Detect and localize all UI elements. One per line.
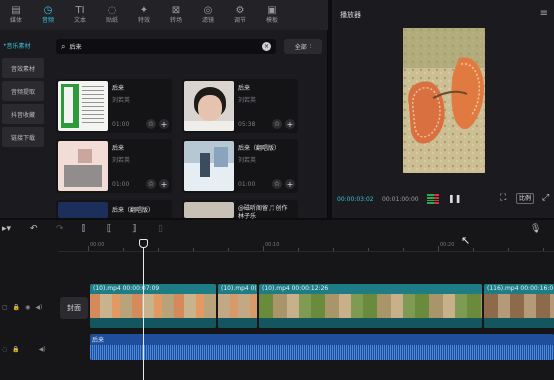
audio-clip[interactable]: 后来 <box>90 334 554 360</box>
favorite-icon[interactable]: ☆ <box>146 179 156 189</box>
add-icon[interactable]: + <box>285 119 295 129</box>
favorite-icon[interactable]: ☆ <box>272 119 282 129</box>
favorite-icon[interactable]: ☆ <box>146 119 156 129</box>
album-cover <box>184 81 234 131</box>
select-tool-icon[interactable]: ▸▾ <box>2 224 11 234</box>
total-timecode: 00:01:00:00 <box>382 196 419 203</box>
clear-search-icon[interactable]: × <box>262 42 271 51</box>
media-panel: ▤ 媒体 ◷ 音频 TI 文本 ◌ 贴纸 ✦ 特效 ⊠ 转场 ◎ 滤镜 ⚙ 调节 <box>0 0 328 220</box>
tab-template[interactable]: ▣ 模板 <box>256 0 288 30</box>
volume-icon[interactable]: ◀) <box>39 346 46 353</box>
clip-thumbnails <box>90 294 216 318</box>
music-result-card[interactable]: 后来 刘若英 01:00 ☆ + <box>56 139 172 193</box>
tab-effects[interactable]: ✦ 特效 <box>128 0 160 30</box>
redo-icon[interactable]: ↷ <box>56 224 64 234</box>
tab-audio[interactable]: ◷ 音频 <box>32 0 64 30</box>
lock-icon[interactable]: 🔒 <box>13 304 20 311</box>
album-cover <box>58 81 108 131</box>
music-result-card[interactable]: @磁听阁留🎵创作 林子乐 <box>182 200 298 220</box>
album-cover <box>58 141 108 191</box>
eye-icon[interactable]: ◉ <box>25 304 30 311</box>
add-icon[interactable]: + <box>159 119 169 129</box>
effects-icon: ✦ <box>139 5 149 16</box>
template-icon: ▣ <box>267 5 277 16</box>
tab-filter[interactable]: ◎ 滤镜 <box>192 0 224 30</box>
video-clip[interactable]: (10).mp4 00:00:12:26 <box>259 284 482 328</box>
trim-right-icon[interactable]: ⟧ <box>132 224 136 234</box>
search-input[interactable]: ⌕ 后来 × <box>56 39 276 54</box>
expand-icon[interactable]: ⤢ <box>542 193 549 203</box>
clip-thumbnails <box>484 294 554 318</box>
album-cover <box>184 202 234 218</box>
tab-text[interactable]: TI 文本 <box>64 0 96 30</box>
audio-track-header: ◌ 🔒 ◀) <box>0 340 56 358</box>
pause-icon[interactable]: ❚❚ <box>448 194 461 203</box>
sticker-icon: ◌ <box>107 5 117 16</box>
tab-transition[interactable]: ⊠ 转场 <box>160 0 192 30</box>
time-ruler[interactable]: 00:00 00:10 00:20 <box>58 240 554 252</box>
transition-icon: ⊠ <box>171 5 181 16</box>
track-visibility-icon[interactable]: ▢ <box>2 304 8 311</box>
playhead-handle[interactable] <box>139 239 148 248</box>
clip-thumbnails <box>218 294 257 318</box>
lock-icon[interactable]: 🔒 <box>12 346 19 353</box>
album-cover <box>58 202 108 218</box>
menu-icon[interactable]: ≡ <box>540 8 548 19</box>
video-frame-image <box>403 28 485 173</box>
undo-icon[interactable]: ↶ <box>30 224 38 234</box>
category-sound-effects[interactable]: 音效素材 <box>2 58 44 78</box>
category-music[interactable]: • 音乐素材 <box>2 35 44 55</box>
ratio-button[interactable]: 比例 <box>516 193 535 204</box>
tab-sticker[interactable]: ◌ 贴纸 <box>96 0 128 30</box>
timeline-panel: ▸▾ ↶ ↷ ⫿ ⟦ ⟧ ▯ 🎙 00:00 00:10 00:20 ▢ 🔒 ◉… <box>0 220 554 380</box>
search-query[interactable]: 后来 <box>69 42 262 51</box>
music-result-card[interactable]: 后来（翻唱版） <box>56 200 172 218</box>
player-title: 播放器 <box>340 11 361 19</box>
mouse-cursor-icon: ↖ <box>461 234 471 247</box>
top-tab-bar: ▤ 媒体 ◷ 音频 TI 文本 ◌ 贴纸 ✦ 特效 ⊠ 转场 ◎ 滤镜 ⚙ 调节 <box>0 0 328 30</box>
video-preview[interactable] <box>403 28 485 173</box>
category-link-download[interactable]: 链接下载 <box>2 127 44 147</box>
video-track-header: ▢ 🔒 ◉ ◀) <box>0 298 56 316</box>
category-douyin-favorites[interactable]: 抖音收藏 <box>2 104 44 124</box>
filter-icon: ◎ <box>203 5 213 16</box>
add-icon[interactable]: + <box>285 179 295 189</box>
video-clip[interactable]: (10).mp4 0( <box>218 284 257 328</box>
video-clip[interactable]: (116).mp4 00:00:16:0 <box>484 284 554 328</box>
video-clip[interactable]: (10).mp4 00:00:07:09 <box>90 284 216 328</box>
category-audio-extract[interactable]: 音频提取 <box>2 81 44 101</box>
audio-level-meter <box>427 194 439 204</box>
microphone-icon[interactable]: 🎙 <box>530 224 541 234</box>
player-panel: 播放器 ≡ 00:00:03:02 00:01:00:00 ❚❚ ⛶ 比例 ⤢ <box>332 0 554 218</box>
audio-icon: ◷ <box>43 5 53 16</box>
music-result-card[interactable]: 后来（翻唱版） 刘若英 01:00 ☆ + <box>182 139 298 193</box>
adjust-icon: ⚙ <box>235 5 245 16</box>
media-icon: ▤ <box>11 5 21 16</box>
text-icon: TI <box>75 5 85 16</box>
filter-icon: ⫶ <box>309 42 312 50</box>
audio-waveform <box>90 345 554 360</box>
playhead[interactable] <box>143 240 144 380</box>
filter-button[interactable]: 全部 ⫶ <box>284 39 322 54</box>
delete-icon[interactable]: ▯ <box>158 224 163 234</box>
cover-button[interactable]: 封面 <box>60 297 88 319</box>
album-cover <box>184 141 234 191</box>
music-result-card[interactable]: 后来 刘若英 01:00 ☆ + <box>56 79 172 133</box>
add-icon[interactable]: + <box>159 179 169 189</box>
audio-category-list: • 音乐素材 音效素材 音频提取 抖音收藏 链接下载 <box>0 32 46 147</box>
split-icon[interactable]: ⫿ <box>82 224 85 234</box>
music-result-card[interactable]: 后来 刘若英 05:38 ☆ + <box>182 79 298 133</box>
favorite-icon[interactable]: ☆ <box>272 179 282 189</box>
search-icon: ⌕ <box>61 41 66 51</box>
trim-left-icon[interactable]: ⟦ <box>107 224 111 234</box>
clip-thumbnails <box>259 294 482 318</box>
fullscreen-focus-icon[interactable]: ⛶ <box>500 193 506 203</box>
track-visibility-icon[interactable]: ◌ <box>2 346 7 353</box>
current-timecode: 00:00:03:02 <box>337 196 374 203</box>
tab-adjust[interactable]: ⚙ 调节 <box>224 0 256 30</box>
tab-media[interactable]: ▤ 媒体 <box>0 0 32 30</box>
volume-icon[interactable]: ◀) <box>35 304 42 311</box>
